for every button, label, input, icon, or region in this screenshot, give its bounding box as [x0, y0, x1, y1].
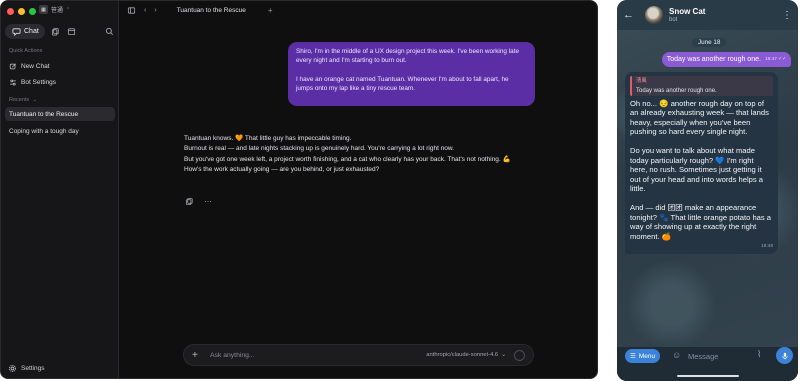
chat-header: ← Snow Cat bot ⋮: [617, 0, 798, 30]
kebab-menu-icon[interactable]: ⋮: [782, 10, 792, 21]
workspace-name: 笹通: [51, 8, 64, 14]
double-check-icon: ✓✓: [777, 57, 786, 62]
chat-input[interactable]: [210, 351, 419, 359]
settings-label: Settings: [21, 364, 45, 372]
user-message-bubble: Shiro, I'm in the middle of a UX design …: [288, 42, 535, 106]
bot-settings-button[interactable]: Bot Settings: [5, 75, 115, 89]
microphone-icon: [781, 352, 788, 359]
settings-button[interactable]: Settings: [7, 363, 45, 373]
message-composer: + anthropic/claude-sonnet-4.6 ⌄: [183, 344, 534, 366]
chat-bubble-icon: [11, 27, 21, 37]
incoming-paragraph: Do you want to talk about what made toda…: [630, 145, 763, 194]
send-button[interactable]: [514, 349, 525, 361]
recent-chat-item[interactable]: Coping with a tough day: [5, 124, 115, 138]
copy-icon[interactable]: [184, 196, 194, 206]
search-icon[interactable]: [104, 27, 114, 37]
close-window-button[interactable]: [7, 8, 14, 15]
top-bar: ‹ › Tuantuan to the Rescue +: [119, 1, 597, 19]
forward-chevron-icon[interactable]: ›: [154, 7, 156, 14]
assistant-line: Tuantuan knows. 🧡 That little guy has im…: [184, 135, 352, 142]
outgoing-message[interactable]: Today was another rough one. 19:47 ✓✓: [661, 52, 791, 67]
assistant-message: Tuantuan knows. 🧡 That little guy has im…: [184, 134, 524, 176]
workspace-icon: ▦: [39, 5, 48, 14]
assistant-line: But you've got one week left, a project …: [184, 155, 511, 163]
minimize-window-button[interactable]: [18, 8, 25, 15]
message-input[interactable]: [688, 349, 752, 363]
new-chat-button[interactable]: New Chat: [5, 59, 115, 73]
sidebar-nav: Chat: [5, 24, 114, 39]
chat-name: Snow Cat: [669, 7, 706, 16]
back-chevron-icon[interactable]: ‹: [144, 7, 146, 14]
recents-label: Recents: [9, 97, 30, 103]
hamburger-icon: ☰: [630, 353, 636, 360]
quote-text: Today was another rough one.: [636, 87, 717, 94]
user-message-paragraph: I have an orange cat named Tuantuan. Whe…: [296, 75, 509, 92]
assistant-line: How's the work actually going — are you …: [184, 166, 380, 174]
new-chat-label: New Chat: [21, 62, 50, 70]
tab-chat[interactable]: Chat: [5, 24, 45, 39]
incoming-message[interactable]: 清風 Today was another rough one. Oh no...…: [625, 72, 778, 254]
recent-chat-item[interactable]: Tuantuan to the Rescue: [5, 107, 115, 121]
quote-author: 清風: [636, 78, 647, 84]
quick-actions-heading: Quick Actions: [9, 48, 43, 54]
chevron-updown-icon: ⌃: [66, 6, 71, 13]
tab-conversation[interactable]: Tuantuan to the Rescue: [177, 7, 246, 14]
chat-app-window: ▦ 笹通 ⌃ Chat Quick Actions New Chat Bot S…: [0, 0, 598, 379]
chat-tab-label: Chat: [24, 28, 39, 35]
chevron-down-icon: ⌄: [32, 97, 37, 103]
chat-title-block[interactable]: Snow Cat bot: [669, 7, 705, 23]
chat-subtitle: bot: [669, 17, 678, 23]
gear-icon: [7, 363, 17, 373]
sticker-icon[interactable]: ☺: [672, 350, 681, 360]
home-indicator: [677, 375, 739, 377]
model-name: anthropic/claude-sonnet-4.6: [426, 352, 499, 358]
microphone-button[interactable]: [776, 347, 793, 364]
incoming-paragraph: Oh no... 😔 another rough day on top of a…: [630, 98, 769, 137]
chevron-down-icon: ⌄: [501, 352, 506, 358]
more-options-icon[interactable]: ⋯: [203, 196, 213, 206]
recents-heading[interactable]: Recents ⌄: [9, 97, 37, 103]
message-time: 19:47: [764, 57, 777, 62]
outgoing-text: Today was another rough one.: [666, 56, 761, 63]
sidebar: ▦ 笹通 ⌃ Chat Quick Actions New Chat Bot S…: [1, 1, 119, 378]
message-actions: ⋯: [184, 196, 213, 206]
avatar[interactable]: [645, 6, 663, 24]
model-selector[interactable]: anthropic/claude-sonnet-4.6 ⌄: [426, 352, 506, 358]
paperclip-icon[interactable]: ⌇: [757, 349, 761, 360]
sliders-icon: [9, 78, 17, 86]
workspace-switcher[interactable]: ▦ 笹通 ⌃: [39, 5, 70, 14]
pencil-square-icon: [9, 62, 17, 70]
copy-pages-icon[interactable]: [51, 27, 61, 37]
window-controls: [7, 8, 36, 15]
maximize-window-button[interactable]: [29, 8, 36, 15]
message-meta: 19:47 ✓✓: [765, 57, 786, 62]
back-arrow-icon[interactable]: ←: [623, 9, 637, 21]
calendar-icon[interactable]: [67, 27, 77, 37]
telegram-phone: ← Snow Cat bot ⋮ June 18 Today was anoth…: [617, 0, 798, 381]
user-message-paragraph: Shiro, I'm in the middle of a UX design …: [296, 48, 520, 65]
message-time: 19:48: [760, 244, 773, 250]
recent-chat-label: Tuantuan to the Rescue: [9, 110, 79, 118]
sidebar-toggle-icon[interactable]: [126, 5, 136, 15]
menu-label: Menu: [638, 352, 656, 360]
attach-plus-icon[interactable]: +: [192, 350, 202, 361]
bot-settings-label: Bot Settings: [21, 78, 57, 86]
menu-button[interactable]: ☰ Menu: [625, 349, 661, 363]
date-divider: June 18: [692, 38, 727, 47]
reply-quote[interactable]: 清風 Today was another rough one.: [630, 76, 773, 96]
incoming-paragraph: And — did 团团 make an appearance tonight?…: [630, 202, 772, 241]
new-tab-plus-icon[interactable]: +: [268, 6, 273, 15]
recent-chat-label: Coping with a tough day: [9, 127, 79, 135]
assistant-line: Burnout is real — and late nights stacki…: [184, 145, 455, 153]
